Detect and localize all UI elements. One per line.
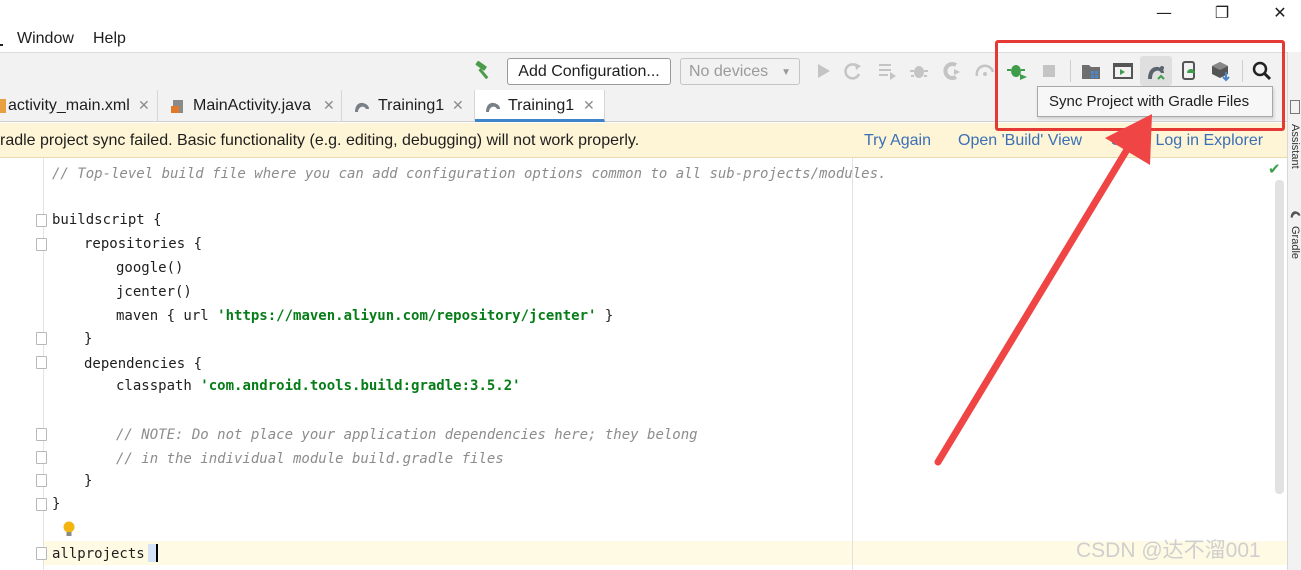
code-comment: // in the individual module build.gradle… bbox=[116, 451, 504, 467]
device-selector-label: No devices bbox=[689, 63, 769, 80]
menu-help[interactable]: Help bbox=[93, 30, 126, 48]
fold-marker[interactable] bbox=[36, 238, 47, 251]
code-line: google() bbox=[116, 257, 183, 279]
fold-marker[interactable] bbox=[36, 332, 47, 345]
code-line: } bbox=[84, 470, 92, 492]
debug-icon[interactable] bbox=[908, 60, 930, 82]
code-text: } bbox=[596, 308, 614, 324]
fold-marker[interactable] bbox=[36, 547, 47, 560]
code-line: buildscript { bbox=[52, 209, 162, 231]
code-line: // NOTE: Do not place your application d… bbox=[116, 424, 698, 446]
gradle-tool-button[interactable]: Gradle bbox=[1289, 226, 1301, 259]
apply-changes-icon[interactable] bbox=[842, 60, 864, 82]
fold-marker[interactable] bbox=[36, 214, 47, 227]
title-bar: — ❐ ✕ bbox=[0, 0, 1301, 28]
fold-marker[interactable] bbox=[36, 428, 47, 441]
gradle-elephant-icon bbox=[355, 102, 369, 112]
code-line: } bbox=[84, 328, 92, 350]
tab-label: Training1 bbox=[508, 97, 575, 114]
java-file-icon bbox=[171, 100, 183, 113]
tab-training1-build-gradle[interactable]: Training1 ✕ bbox=[475, 90, 605, 122]
attach-debugger-icon[interactable] bbox=[974, 60, 996, 82]
code-line: // in the individual module build.gradle… bbox=[116, 448, 504, 470]
menu-item-edge[interactable] bbox=[0, 30, 3, 46]
code-string: 'com.android.tools.build:gradle:3.5.2' bbox=[200, 378, 521, 394]
code-comment: // Top-level build file where you can ad… bbox=[52, 166, 887, 182]
xml-file-icon bbox=[0, 99, 6, 113]
code-line: maven { url 'https://maven.aliyun.com/re… bbox=[116, 305, 613, 327]
code-line: classpath 'com.android.tools.build:gradl… bbox=[116, 375, 521, 397]
fold-marker[interactable] bbox=[36, 451, 47, 464]
restore-button[interactable]: ❐ bbox=[1204, 2, 1240, 24]
close-tab-icon[interactable]: ✕ bbox=[452, 90, 464, 121]
code-text: dependencies { bbox=[84, 356, 203, 372]
device-selector[interactable]: No devices ▼ bbox=[680, 58, 800, 85]
code-text: allprojects bbox=[52, 546, 154, 562]
minimize-button[interactable]: — bbox=[1146, 2, 1182, 24]
inspection-ok-icon: ✔ bbox=[1268, 160, 1281, 178]
code-text: classpath bbox=[116, 378, 201, 394]
tab-activity-main-xml[interactable]: activity_main.xml ✕ bbox=[0, 90, 158, 122]
tab-label: activity_main.xml bbox=[8, 97, 130, 114]
right-margin-guide bbox=[852, 158, 853, 570]
code-text: maven { url bbox=[116, 308, 218, 324]
add-configuration-button[interactable]: Add Configuration... bbox=[507, 58, 671, 85]
tab-training1-settings[interactable]: Training1 ✕ bbox=[342, 90, 475, 122]
try-again-link[interactable]: Try Again bbox=[864, 123, 931, 158]
code-text: google() bbox=[116, 260, 184, 276]
assistant-icon bbox=[1290, 100, 1300, 114]
code-text: } bbox=[84, 473, 93, 489]
code-line: repositories { bbox=[84, 233, 202, 255]
lightbulb-icon[interactable] bbox=[62, 520, 76, 538]
text-cursor bbox=[148, 544, 158, 562]
code-line: // Top-level build file where you can ad… bbox=[52, 163, 886, 185]
code-text: repositories { bbox=[84, 236, 203, 252]
code-comment: // NOTE: Do not place your application d… bbox=[116, 427, 698, 443]
gradle-elephant-icon bbox=[486, 102, 500, 112]
tab-label: MainActivity.java bbox=[193, 97, 311, 114]
tab-label: Training1 bbox=[378, 97, 445, 114]
run-icon[interactable] bbox=[812, 60, 834, 82]
close-window-button[interactable]: ✕ bbox=[1262, 2, 1298, 24]
coverage-icon[interactable] bbox=[876, 60, 898, 82]
code-text: jcenter() bbox=[116, 284, 192, 300]
build-hammer-icon[interactable] bbox=[472, 60, 494, 82]
code-text: } bbox=[84, 331, 93, 347]
code-string: 'https://maven.aliyun.com/repository/jce… bbox=[217, 308, 597, 324]
code-line: allprojects bbox=[52, 543, 153, 565]
code-line: dependencies { bbox=[84, 353, 202, 375]
banner-message: radle project sync failed. Basic functio… bbox=[0, 132, 640, 149]
chevron-down-icon: ▼ bbox=[781, 67, 791, 78]
close-tab-icon[interactable]: ✕ bbox=[583, 90, 595, 121]
fold-marker[interactable] bbox=[36, 356, 47, 369]
code-line: } bbox=[52, 493, 60, 515]
fold-marker[interactable] bbox=[36, 498, 47, 511]
assistant-tool-button[interactable]: Assistant bbox=[1289, 124, 1301, 169]
tab-mainactivity-java[interactable]: MainActivity.java ✕ bbox=[158, 90, 342, 122]
editor-scrollbar[interactable] bbox=[1275, 180, 1284, 494]
close-tab-icon[interactable]: ✕ bbox=[138, 90, 150, 121]
watermark: CSDN @达不溜001 bbox=[1076, 539, 1261, 562]
gradle-elephant-icon bbox=[1290, 211, 1301, 218]
menu-window[interactable]: Window bbox=[17, 30, 74, 48]
fold-marker[interactable] bbox=[36, 474, 47, 487]
code-text: } bbox=[52, 496, 61, 512]
code-text: buildscript { bbox=[52, 212, 162, 228]
annotation-highlight-box bbox=[995, 40, 1285, 131]
profile-icon[interactable] bbox=[941, 60, 963, 82]
code-line: jcenter() bbox=[116, 281, 192, 303]
close-tab-icon[interactable]: ✕ bbox=[323, 90, 335, 121]
